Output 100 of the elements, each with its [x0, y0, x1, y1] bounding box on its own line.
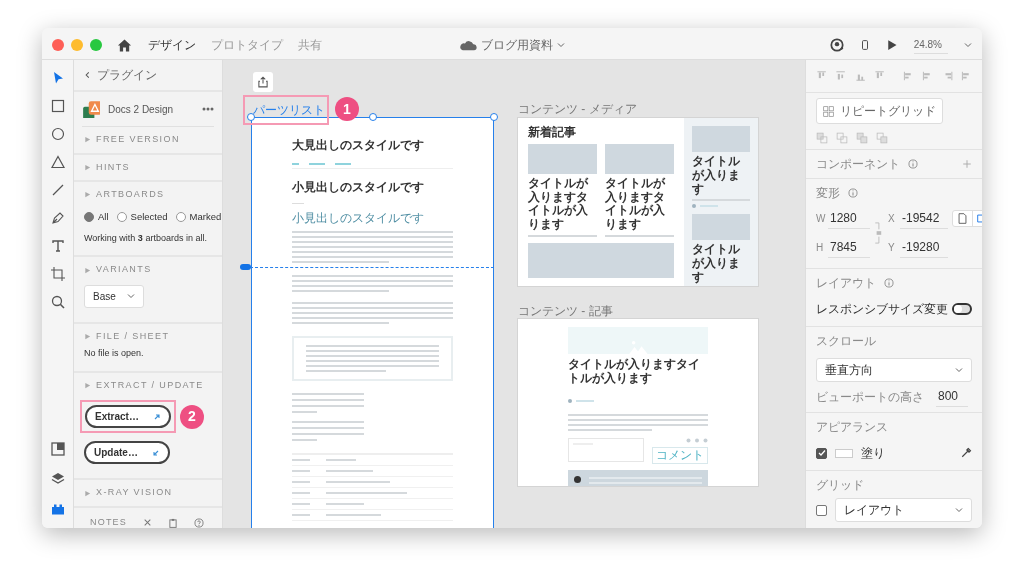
expand-arrow-icon[interactable] — [84, 489, 91, 497]
layers-icon[interactable] — [49, 471, 66, 487]
setting-label: レスポンシブサイズ変更 — [816, 301, 948, 318]
rectangle-tool-icon[interactable] — [49, 98, 66, 114]
back-icon[interactable] — [84, 71, 91, 79]
add-icon[interactable] — [962, 159, 972, 169]
maximize-button[interactable] — [90, 39, 102, 51]
card-title: タイトルが入りますタイトルが入ります — [605, 176, 667, 232]
info-text: No file is open. — [84, 347, 145, 361]
artboard-title[interactable]: コンテンツ - 記事 — [518, 302, 613, 320]
help-icon[interactable] — [194, 517, 204, 528]
plugin-logo-icon — [82, 100, 100, 118]
card-title: タイトルが入りますタイトルが入ります — [528, 176, 590, 232]
fill-label: 塗り — [861, 445, 885, 462]
align-middle-icon[interactable] — [835, 70, 847, 82]
section-label: 変形 — [816, 185, 840, 202]
meta-drawing — [568, 398, 594, 403]
grid-select[interactable]: レイアウト — [835, 498, 972, 522]
card-title: タイトルが入ります — [692, 155, 741, 197]
resize-handle[interactable] — [247, 113, 255, 121]
checkbox[interactable] — [816, 504, 827, 516]
number-field[interactable]: 800 — [936, 386, 968, 407]
field-label: X — [888, 212, 896, 226]
rule-line — [292, 202, 304, 204]
resize-handle[interactable] — [490, 113, 498, 121]
plugin-name: Docs 2 Design — [108, 102, 175, 117]
caret-icon — [955, 366, 963, 374]
artboard-title[interactable]: コンテンツ - メディア — [518, 100, 637, 118]
close-icon[interactable] — [143, 518, 152, 527]
checkbox[interactable] — [816, 447, 827, 459]
cloud-icon[interactable] — [459, 39, 477, 51]
eyedropper-icon[interactable] — [960, 447, 972, 459]
image-placeholder — [692, 214, 750, 241]
chevron-down-icon[interactable] — [557, 41, 565, 49]
expand-arrow-icon[interactable] — [84, 382, 91, 389]
info-text: Working with 3 artboards in all. — [84, 231, 208, 245]
avatar-icon — [574, 476, 581, 484]
repeat-grid-button[interactable]: リピートグリッド — [816, 98, 943, 124]
section-label: スクロール — [816, 333, 877, 350]
expand-arrow-icon[interactable] — [84, 333, 91, 340]
back-link[interactable]: プラグイン — [97, 66, 157, 84]
expand-arrow-icon[interactable] — [84, 136, 91, 144]
info-icon[interactable] — [848, 188, 858, 198]
section-label: コンポーネント — [816, 156, 900, 173]
triangle-tool-icon[interactable] — [49, 154, 66, 170]
artboard-tool-icon[interactable] — [49, 266, 66, 282]
number-field[interactable]: -19280 — [900, 237, 948, 258]
info-icon[interactable] — [908, 159, 918, 169]
card-title: タイトルが入ります — [692, 243, 741, 285]
home-icon[interactable] — [117, 37, 132, 53]
artboard[interactable]: 新着記事 タイトルが入りますタイトルが入ります タイトルが入りますタイトルが入ります タイトルが入ります タイトルが入ります — [517, 117, 759, 287]
update-button[interactable]: Update… — [84, 441, 170, 465]
number-field[interactable]: 7845 — [828, 237, 870, 258]
zoom-tool-icon[interactable] — [49, 294, 66, 310]
subheading: 小見出しのスタイルです — [292, 211, 425, 226]
number-field[interactable]: -19542 — [900, 208, 948, 229]
text-tool-icon[interactable] — [49, 238, 66, 254]
share-button[interactable] — [253, 72, 273, 92]
mobile-device-icon[interactable] — [859, 38, 870, 52]
field-label: ビューポートの高さ — [816, 388, 924, 406]
document-title[interactable]: ブログ用資料 — [481, 36, 553, 54]
clipboard-icon[interactable] — [168, 517, 178, 528]
text-lines-drawing — [605, 235, 674, 237]
resize-handle[interactable] — [368, 113, 377, 121]
chevron-down-icon[interactable] — [964, 41, 972, 49]
guide-line[interactable] — [250, 267, 494, 268]
zoom-field[interactable]: 24.8% — [913, 36, 948, 54]
share-icon — [257, 76, 269, 88]
field-label: W — [816, 212, 827, 226]
number-field[interactable]: 1280 — [828, 208, 870, 229]
variant-select[interactable]: Base — [84, 284, 144, 308]
caret-icon — [127, 292, 135, 301]
more-icon[interactable] — [202, 107, 214, 111]
subheading: 小見出しのスタイルです — [292, 180, 425, 195]
notes-label: NOTES — [90, 515, 127, 528]
expand-arrow-icon[interactable] — [84, 163, 91, 171]
radio-option[interactable]: All — [84, 209, 109, 224]
info-icon[interactable] — [884, 278, 894, 288]
callout-number: 1 — [335, 97, 359, 121]
arrow-down-left-icon — [151, 448, 160, 457]
color-swatch[interactable] — [835, 448, 853, 458]
pen-tool-icon[interactable] — [49, 210, 66, 226]
field-label: Y — [888, 241, 896, 255]
text-lines-drawing — [528, 235, 597, 237]
scroll-select[interactable]: 垂直方向 — [816, 358, 972, 382]
ellipse-tool-icon[interactable] — [49, 126, 66, 142]
expand-arrow-icon[interactable] — [84, 191, 91, 199]
close-button[interactable] — [52, 39, 64, 51]
lock-icon[interactable] — [874, 222, 882, 244]
expand-arrow-icon[interactable] — [84, 266, 91, 274]
heading: 大見出しのスタイルです — [292, 139, 425, 153]
toggle-switch[interactable] — [952, 303, 972, 315]
assets-icon[interactable] — [49, 441, 66, 457]
radio-option[interactable]: Marked — [175, 209, 222, 224]
artboard[interactable]: タイトルが入りますタイトルが入ります コメント — [517, 318, 759, 487]
artboard[interactable]: 大見出しのスタイルです 小見出しのスタイルです 小見出しのスタイルです — [251, 117, 494, 528]
guide-handle[interactable] — [240, 264, 251, 270]
radio-option[interactable]: Selected — [116, 209, 168, 224]
play-icon[interactable] — [885, 39, 898, 51]
extract-button[interactable]: Extract… — [85, 405, 171, 429]
